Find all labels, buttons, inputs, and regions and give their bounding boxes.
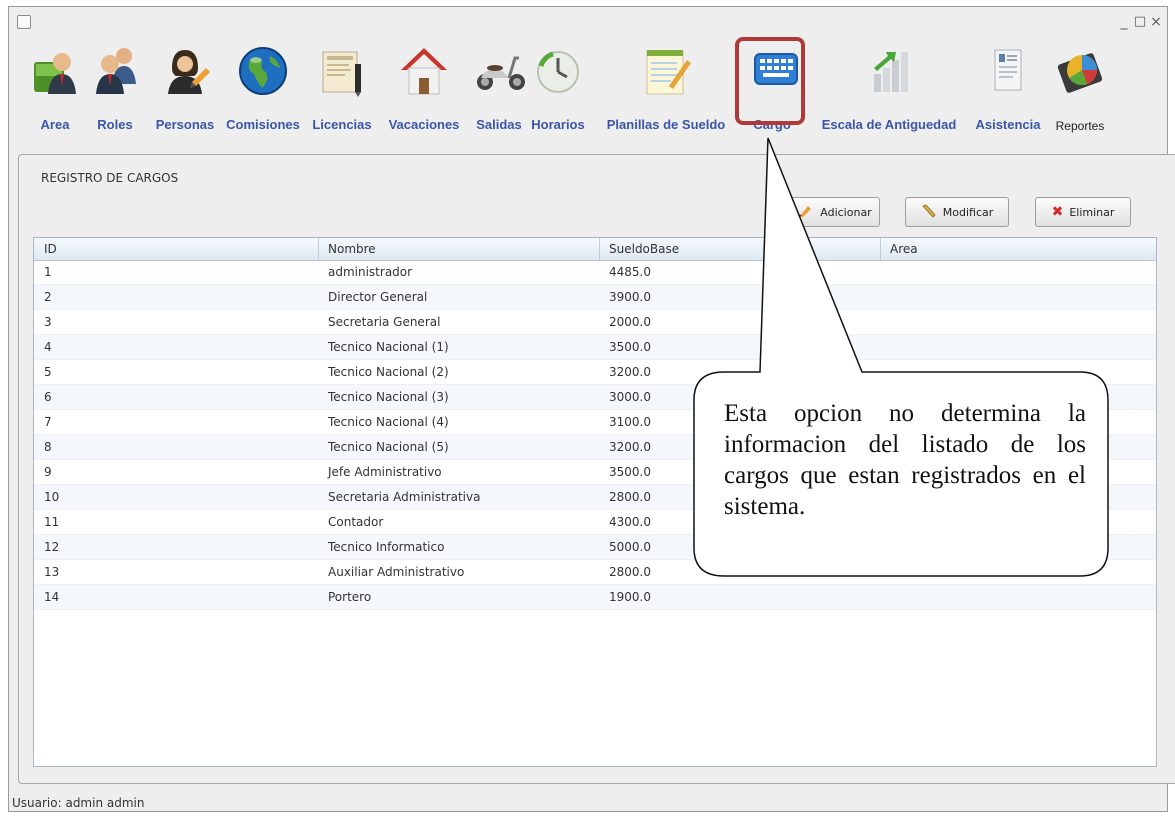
annotation-text: Esta opcion no determina la informacion … [724, 400, 1086, 520]
